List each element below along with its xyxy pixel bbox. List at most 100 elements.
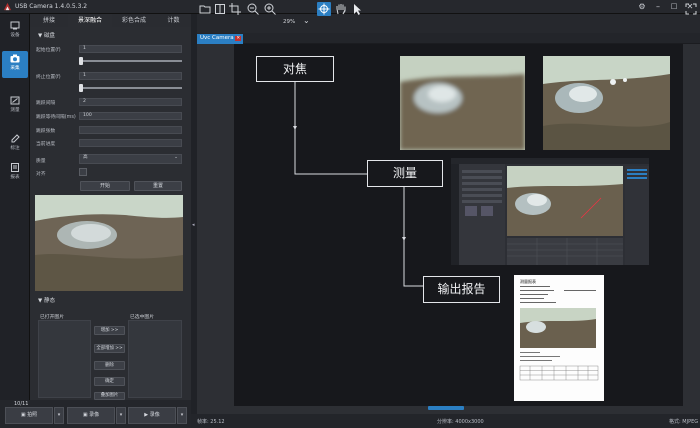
record-label: 录像 [89,412,100,418]
tab-color-composite[interactable]: 彩色合成 [112,14,156,27]
capture-options-dropdown[interactable]: ▾ [54,407,64,424]
tab-uvc-camera[interactable]: Uvc Camera ✕ [197,34,243,44]
progress-field [79,139,182,147]
quality-select[interactable]: 高 ⌄ [79,154,182,164]
rail-label: 设备 [10,33,20,38]
step-input[interactable]: 2 [79,98,182,106]
report-title: 测量报表 [520,279,536,284]
tab-depth-fusion[interactable]: 景深融合 [68,14,112,27]
wait-input[interactable]: 100 [79,112,182,120]
measurement-software-thumbnail [451,158,649,265]
report-page-thumbnail [514,275,604,401]
window-title: USB Camera 1.4.0.5.3.2 [15,3,88,10]
preview-image [35,195,183,291]
resolution: 分辨率: 4000x3000 [437,419,484,425]
start-button[interactable]: 开始 [80,181,130,191]
app-logo-icon [3,2,12,11]
quality-label: 质量 [36,159,46,164]
zoom-dropdown-chevron-icon[interactable]: ⌄ [303,16,310,25]
zoom-in-icon[interactable] [263,2,277,16]
end-position-slider[interactable] [79,84,182,92]
add-all-button[interactable]: 全部增加 >> [94,344,125,353]
camera-icon [10,54,20,63]
end-position-label: 终止位置(f) [36,75,61,80]
video-label: 录像 [149,412,160,418]
output-report-box: 输出报告 [423,276,500,303]
confirm-button[interactable]: 确定 [94,377,125,386]
rail-label: 采集 [10,66,20,71]
quality-value: 高 [83,155,88,160]
opened-images-label: 已打开图片 [40,315,64,320]
measure-icon [10,96,20,105]
selected-images-label: 已选中图片 [130,315,154,320]
record-options-dropdown[interactable]: ▾ [116,407,126,424]
left-rail: 设备 采集 测量 标注 报表 [0,14,30,400]
settings-icon[interactable]: ⚙ [636,1,648,12]
tab-close-icon[interactable]: ✕ [235,36,242,41]
format: 格式: MJPEG [669,419,699,425]
start-position-label: 起始位置(f) [36,48,61,53]
device-icon [10,21,20,30]
end-position-input[interactable]: 1 [79,72,182,80]
reset-button[interactable]: 重置 [134,181,182,191]
start-position-input[interactable]: 1 [79,45,182,53]
overlay-images-button[interactable]: 叠加图片 [94,392,125,400]
rail-label: 测量 [10,108,20,113]
slider-handle[interactable] [79,84,83,92]
status-bar: 帧率: 25.12 分辨率: 4000x3000 格式: MJPEG [191,414,700,428]
annotate-icon [11,134,20,143]
gallery-section-header[interactable]: ▼ 静态 [38,296,55,304]
rail-item-capture[interactable]: 采集 [2,51,28,78]
report-icon [11,163,19,172]
pan-hand-icon[interactable] [334,2,348,16]
video-button[interactable]: ▶ 录像 [128,407,176,424]
tab-count[interactable]: 计数 [156,14,191,27]
capture-button[interactable]: ▣ 拍照 [5,407,53,424]
viewer-toolbar [197,14,700,33]
focus-box: 对焦 [256,56,334,82]
record-button[interactable]: ▣ 录像 [67,407,115,424]
zoom-out-icon[interactable] [246,2,260,16]
open-folder-icon[interactable] [198,2,212,16]
slider-handle[interactable] [79,57,83,65]
align-label: 对齐 [36,172,46,177]
delete-button[interactable]: 删除 [94,361,125,370]
rail-label: 报表 [10,175,20,180]
start-position-slider[interactable] [79,57,182,65]
video-options-dropdown[interactable]: ▾ [177,407,187,424]
collapse-arrow-icon[interactable]: ◂ [192,222,195,228]
measure-box: 测量 [367,160,443,187]
minimize-button[interactable]: – [652,1,664,12]
add-button[interactable]: 增加 >> [94,326,125,335]
crosshair-icon[interactable] [317,2,331,16]
progress-label: 当前进度 [36,142,56,147]
rail-label: 标注 [10,146,20,151]
selected-images-list[interactable] [128,320,182,398]
crop-icon[interactable] [228,2,242,16]
focused-sample-image [543,56,670,150]
opened-images-list[interactable] [38,320,91,398]
frame-rate: 帧率: 25.12 [197,419,225,425]
zoom-level[interactable]: 29% [283,19,295,25]
rail-item-report[interactable]: 报表 [2,160,28,187]
section-header[interactable]: ▼ 磁盘 [38,31,55,39]
scroll-handle[interactable] [428,406,464,410]
tab-label: Uvc Camera [200,35,234,41]
align-checkbox[interactable] [79,168,87,176]
tab-stitch[interactable]: 拼接 [30,14,68,27]
capture-label: 拍照 [27,412,38,418]
split-view-icon[interactable] [213,2,227,16]
fullscreen-icon[interactable] [684,2,698,16]
frames-label: 跳跃张数 [36,129,56,134]
rail-item-annotate[interactable]: 标注 [2,131,28,158]
step-label: 跳跃间隔 [36,101,56,106]
chevron-down-icon: ⌄ [174,155,178,160]
blurred-sample-image [400,56,525,150]
rail-item-device[interactable]: 设备 [2,18,28,45]
maximize-button[interactable]: □ [668,1,680,12]
panel-tabs: 拼接 景深融合 彩色合成 计数 [30,14,191,27]
rail-item-measure[interactable]: 测量 [2,93,28,120]
pointer-arrow-icon[interactable] [350,2,364,16]
wait-label: 跳跃等待间隔(ms) [36,115,76,120]
frames-field [79,126,182,134]
